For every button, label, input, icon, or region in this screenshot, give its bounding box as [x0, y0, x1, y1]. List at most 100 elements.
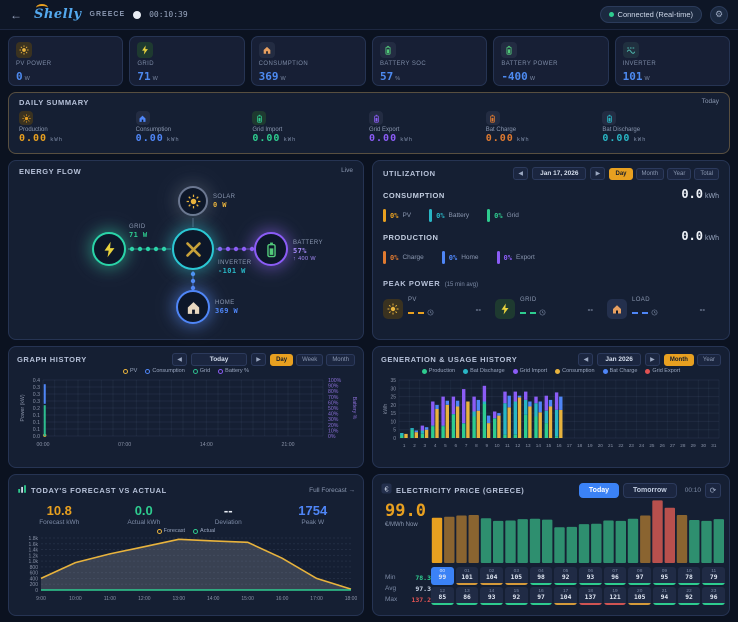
price-cell-hour-20[interactable]: 20105: [628, 587, 651, 605]
shelly-logo: Shelly: [30, 7, 82, 22]
price-cell-hour-14[interactable]: 1493: [480, 587, 503, 605]
price-tab-today[interactable]: Today: [579, 483, 619, 498]
price-cell-hour-15[interactable]: 1592: [505, 587, 528, 605]
svg-text:15: 15: [390, 411, 396, 417]
gen-date-pill[interactable]: Jan 2026: [597, 353, 640, 366]
stat-card-battery-power[interactable]: BATTERY POWER-400W: [493, 36, 608, 86]
price-cell-hour-01[interactable]: 01101: [456, 567, 479, 585]
price-cell-hour-04[interactable]: 0498: [530, 567, 553, 585]
gen-range-year-button[interactable]: Year: [697, 354, 721, 366]
gen-next-button[interactable]: ▶: [645, 353, 660, 366]
date-prev-button[interactable]: ◀: [513, 167, 528, 180]
legend-dot: [603, 369, 608, 374]
legend-dot: [193, 529, 198, 534]
svg-text:0.4: 0.4: [33, 378, 40, 384]
flow-label-title: GRID: [129, 223, 147, 231]
consumption-label: CONSUMPTION: [383, 191, 445, 200]
daily-item-value: 0.00kWh: [486, 133, 603, 144]
flow-node-solar[interactable]: [178, 186, 208, 216]
theme-toggle-dot[interactable]: [133, 11, 141, 19]
price-cell-underline: [678, 603, 701, 605]
price-cell-hour-19[interactable]: 19121: [604, 587, 627, 605]
flow-node-grid[interactable]: [92, 232, 126, 266]
price-cell-underline: [554, 583, 577, 585]
util-range-total-button[interactable]: Total: [694, 168, 719, 180]
price-cell-hour-17[interactable]: 17104: [554, 587, 577, 605]
svg-text:15: 15: [546, 443, 552, 448]
price-cell-value: 96: [604, 574, 627, 581]
gen-range-month-button[interactable]: Month: [664, 354, 694, 366]
chip-bar: [497, 251, 500, 264]
svg-text:1.0k: 1.0k: [29, 559, 39, 565]
price-cell-underline: [505, 603, 528, 605]
graph-range-month-button[interactable]: Month: [326, 354, 355, 366]
refresh-icon[interactable]: ⟳: [705, 483, 721, 498]
price-cell-hour-02[interactable]: 02104: [480, 567, 503, 585]
flow-node-battery[interactable]: [254, 232, 288, 266]
stat-card-grid[interactable]: GRID71W: [129, 36, 244, 86]
price-hour-cells: 0099011010210403105049805920693079608970…: [431, 565, 725, 605]
date-pill[interactable]: Jan 17, 2026: [532, 167, 586, 180]
production-value: 0.0: [681, 229, 703, 243]
price-cell-value: 121: [604, 594, 627, 601]
gear-icon[interactable]: ⚙: [710, 6, 728, 24]
stat-card-consumption[interactable]: CONSUMPTION369W: [251, 36, 366, 86]
price-cell-hour-08[interactable]: 0897: [628, 567, 651, 585]
price-cell-hour-10[interactable]: 1078: [678, 567, 701, 585]
price-cell-hour-13[interactable]: 1386: [456, 587, 479, 605]
price-cell-hour-00[interactable]: 0099: [431, 567, 454, 585]
graph-range-week-button[interactable]: Week: [296, 354, 323, 366]
util-range-month-button[interactable]: Month: [636, 168, 665, 180]
inverter-icon: [623, 42, 639, 58]
peak-item-pv: PV--: [383, 297, 495, 321]
date-next-button[interactable]: ▶: [590, 167, 605, 180]
stat-card-pv-power[interactable]: PV POWER0W: [8, 36, 123, 86]
battery-icon: [602, 111, 616, 125]
price-day-tabs: Today Tomorrow: [579, 483, 677, 498]
graph-range-day-button[interactable]: Day: [270, 354, 293, 366]
stat-card-battery-soc[interactable]: BATTERY SOC57%: [372, 36, 487, 86]
price-cell-hour-23[interactable]: 2396: [702, 587, 725, 605]
price-cell-hour-05[interactable]: 0592: [554, 567, 577, 585]
bolt-icon: [137, 42, 153, 58]
gen-prev-button[interactable]: ◀: [578, 353, 593, 366]
daily-item-bat-discharge: Bat Discharge0.00kWh: [602, 111, 719, 144]
price-cell-hour-16[interactable]: 1697: [530, 587, 553, 605]
price-cell-hour-12[interactable]: 1285: [431, 587, 454, 605]
util-range-year-button[interactable]: Year: [667, 168, 691, 180]
graph-prev-button[interactable]: ◀: [172, 353, 187, 366]
price-cell-hour-06[interactable]: 0693: [579, 567, 602, 585]
price-cell-hour-03[interactable]: 03105: [505, 567, 528, 585]
price-cell-hour-11[interactable]: 1179: [702, 567, 725, 585]
graph-history-panel: GRAPH HISTORY ◀ Today ▶ DayWeekMonth PVC…: [8, 346, 364, 468]
svg-text:9: 9: [485, 443, 488, 448]
price-cell-hour-22[interactable]: 2292: [678, 587, 701, 605]
back-arrow-icon[interactable]: ←: [10, 8, 22, 22]
daily-item-value: 0.00kWh: [602, 133, 719, 144]
production-unit: kWh: [705, 235, 719, 242]
price-cell-hour-07[interactable]: 0796: [604, 567, 627, 585]
flow-node-home[interactable]: [176, 290, 210, 324]
graph-next-button[interactable]: ▶: [251, 353, 266, 366]
generation-chart: 0510152025303512345678910111213141516171…: [381, 374, 721, 463]
daily-period-label[interactable]: Today: [702, 98, 719, 107]
graph-date-pill[interactable]: Today: [191, 353, 247, 366]
stat-card-value: 101: [623, 70, 643, 83]
price-cell-value: 93: [579, 574, 602, 581]
flow-node-inverter[interactable]: [172, 228, 214, 270]
price-cell-hour-09[interactable]: 0995: [653, 567, 676, 585]
price-cell-underline: [554, 603, 577, 605]
stat-card-inverter[interactable]: INVERTER101W: [615, 36, 730, 86]
price-cell-hour-21[interactable]: 2194: [653, 587, 676, 605]
price-cell-hour-18[interactable]: 18137: [579, 587, 602, 605]
svg-text:13: 13: [525, 443, 531, 448]
full-forecast-link[interactable]: Full Forecast →: [309, 487, 355, 494]
price-now-value: 99.0: [385, 501, 426, 521]
svg-text:9:00: 9:00: [36, 596, 46, 602]
daily-summary-items: Production0.00kWhConsumption0.00kWhGrid …: [9, 107, 729, 148]
svg-text:600: 600: [30, 571, 39, 577]
price-cell-value: 92: [505, 594, 528, 601]
forecast-stat-peak-w: 1754Peak W: [271, 503, 356, 526]
util-range-day-button[interactable]: Day: [609, 168, 632, 180]
price-tab-tomorrow[interactable]: Tomorrow: [623, 483, 677, 498]
